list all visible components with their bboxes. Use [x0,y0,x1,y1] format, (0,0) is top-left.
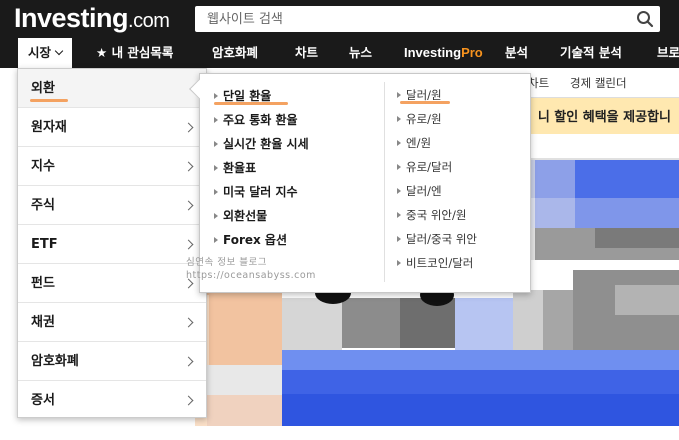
heatmap-cell [513,290,543,350]
submenu-fx-futures[interactable]: 외환선물 [214,207,267,224]
pair-cny-krw[interactable]: 중국 위안/원 [397,207,466,223]
submenu-forex-options[interactable]: Forex 옵션 [214,231,287,248]
bullet-triangle-icon [214,93,218,99]
heatmap-cell [207,365,282,395]
heatmap-cell [535,160,575,198]
nav-crypto[interactable]: 암호화폐 [212,38,258,68]
submenu-live-rates[interactable]: 실시간 환율 시세 [214,135,309,152]
heatmap-cell [575,160,679,198]
heatmap-cell [282,298,342,358]
bullet-triangle-icon [397,188,401,194]
main-nav: 시장 ★ 내 관심목록 암호화폐 차트 뉴스 InvestingPro 분석 기… [0,38,679,68]
chevron-right-icon [183,239,194,250]
promo-text: 니 할인 혜택을 제공합니 [537,110,671,125]
pair-jpy-krw[interactable]: 엔/원 [397,135,431,151]
pair-eur-usd[interactable]: 유로/달러 [397,159,452,175]
heatmap-cell [455,298,513,350]
heatmap-cell [342,298,400,348]
subnav-charts[interactable]: 차트 [528,68,549,98]
nav-news[interactable]: 뉴스 [349,38,372,68]
chevron-right-icon [183,200,194,211]
search-input[interactable] [195,6,625,32]
bullet-triangle-icon [214,165,218,171]
pair-btc-usd[interactable]: 비트코인/달러 [397,255,473,271]
chevron-right-icon [183,161,194,172]
star-icon: ★ [96,45,112,60]
search-box [195,6,660,32]
subnav-economic-calendar[interactable]: 경제 캘린더 [570,68,627,98]
bullet-triangle-icon [397,236,401,242]
bullet-triangle-icon [214,189,218,195]
submenu-divider [384,82,385,282]
heatmap-cell [400,298,455,348]
menu-item-crypto[interactable]: 암호화폐 [18,342,206,381]
nav-watchlist[interactable]: ★ 내 관심목록 [96,38,173,68]
highlight-underline [400,101,450,104]
heatmap-cell [282,350,679,370]
bullet-triangle-icon [397,140,401,146]
highlight-underline [30,99,68,102]
chevron-down-icon [54,46,64,56]
menu-item-bonds[interactable]: 채권 [18,303,206,342]
chevron-right-icon [183,356,194,367]
nav-technical-analysis[interactable]: 기술적 분석 [560,38,622,68]
bullet-triangle-icon [397,212,401,218]
bullet-triangle-icon [214,117,218,123]
menu-item-stocks[interactable]: 주식 [18,186,206,225]
heatmap-cell [535,198,575,228]
bullet-triangle-icon [397,164,401,170]
submenu-rate-table[interactable]: 환율표 [214,159,256,176]
menu-item-certificates[interactable]: 증서 [18,381,206,420]
nav-brokers[interactable]: 브로 [657,38,679,68]
sub-navigation: 차트 경제 캘린더 [520,68,679,98]
chevron-right-icon [183,317,194,328]
pair-eur-krw[interactable]: 유로/원 [397,111,442,127]
menu-item-funds[interactable]: 펀드 [18,264,206,303]
heatmap-cell [575,198,679,228]
submenu-major-rates[interactable]: 주요 통화 환율 [214,111,298,128]
heatmap-cell [282,394,679,426]
menu-item-etf[interactable]: ETF [18,225,206,264]
heatmap-cell [595,228,679,248]
investing-logo[interactable]: Investing.com [14,3,170,34]
bullet-triangle-icon [397,116,401,122]
highlight-underline [214,102,288,105]
nav-markets[interactable]: 시장 [18,38,73,68]
heatmap-cell [207,395,282,426]
menu-item-commodities[interactable]: 원자재 [18,108,206,147]
blog-watermark: 심연속 정보 블로그 https://oceansabyss.com [186,257,316,281]
chevron-right-icon [183,395,194,406]
search-icon[interactable] [636,10,654,28]
menu-item-forex[interactable]: 외환 [18,69,206,108]
nav-charts[interactable]: 차트 [295,38,318,68]
markets-dropdown: 외환 원자재 지수 주식 ETF 펀드 채권 암호화폐 증서 [17,68,207,418]
nav-investingpro[interactable]: InvestingPro [404,38,483,68]
bullet-triangle-icon [214,237,218,243]
bullet-triangle-icon [397,260,401,266]
bullet-triangle-icon [214,141,218,147]
pair-usd-cny[interactable]: 달러/중국 위안 [397,231,477,247]
heatmap-cell [615,285,679,315]
menu-item-indices[interactable]: 지수 [18,147,206,186]
bullet-triangle-icon [397,92,401,98]
chevron-right-icon [183,122,194,133]
heatmap-cell [282,370,679,394]
nav-analysis[interactable]: 분석 [505,38,528,68]
heatmap-cell [543,290,573,350]
bullet-triangle-icon [214,213,218,219]
submenu-dollar-index[interactable]: 미국 달러 지수 [214,183,298,200]
pair-usd-jpy[interactable]: 달러/엔 [397,183,442,199]
top-bar: Investing.com [0,0,679,38]
